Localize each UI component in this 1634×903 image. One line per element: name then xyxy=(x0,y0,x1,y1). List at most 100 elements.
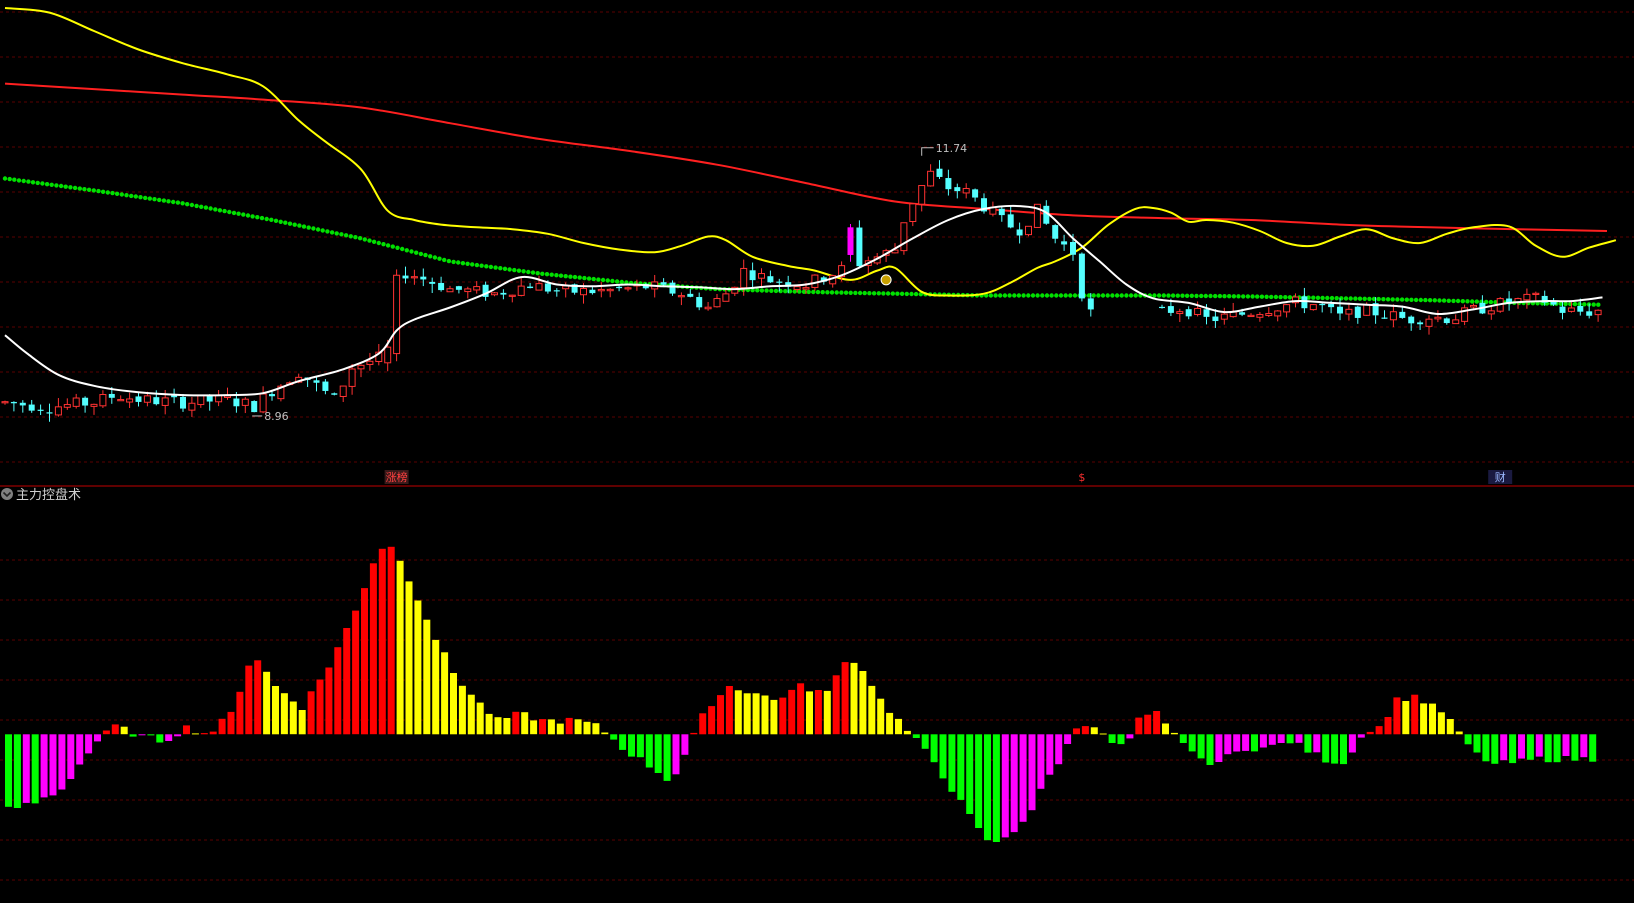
dot-mark xyxy=(278,219,283,224)
dot-mark xyxy=(825,290,830,295)
event-marker[interactable]: $ xyxy=(1078,471,1085,484)
dot-mark xyxy=(442,257,447,263)
indicator-bar xyxy=(1509,734,1517,764)
dot-mark xyxy=(1175,293,1181,298)
indicator-bar xyxy=(1437,712,1445,735)
circle-chevron-down-icon[interactable] xyxy=(1,488,13,500)
indicator-bar xyxy=(1366,731,1374,735)
dot-mark xyxy=(2,176,8,181)
dot-mark xyxy=(21,178,26,184)
indicator-bar xyxy=(1313,734,1321,753)
indicator-bar xyxy=(547,719,555,735)
indicator-bar xyxy=(797,683,805,735)
indicator-bar xyxy=(191,733,199,735)
dot-mark xyxy=(1068,293,1073,298)
dot-mark xyxy=(526,269,531,275)
indicator-bar xyxy=(94,734,101,742)
candle-down xyxy=(1078,252,1085,302)
dot-mark xyxy=(1072,293,1078,298)
dot-mark xyxy=(1054,293,1059,298)
indicator-bar xyxy=(245,665,253,735)
event-marker[interactable]: 涨榜 xyxy=(384,470,409,484)
dot-mark xyxy=(161,198,167,203)
dot-mark xyxy=(1343,296,1349,301)
indicator-bar xyxy=(636,734,644,758)
dot-mark xyxy=(1437,298,1442,303)
price-markers xyxy=(880,274,892,286)
dot-mark xyxy=(998,293,1003,298)
dot-mark xyxy=(568,274,573,279)
indicator-bar xyxy=(779,697,787,735)
indicator-bar xyxy=(441,652,449,735)
indicator-bar xyxy=(1108,734,1116,743)
indicator-bar xyxy=(939,734,947,779)
indicator-bar xyxy=(592,723,600,735)
dot-mark xyxy=(834,290,839,295)
dot-mark xyxy=(465,261,470,266)
indicator-bar xyxy=(708,706,716,735)
dot-mark xyxy=(423,252,428,258)
dot-mark xyxy=(385,243,391,248)
dot-mark xyxy=(203,205,209,210)
dot-mark xyxy=(755,288,760,293)
indicator-bar xyxy=(583,721,591,735)
indicator-bar xyxy=(1117,734,1125,745)
dot-mark xyxy=(353,235,358,240)
dot-mark xyxy=(1278,294,1283,300)
dot-mark xyxy=(498,266,503,271)
dot-mark xyxy=(783,289,788,294)
dot-mark xyxy=(166,199,171,204)
indicator-bar xyxy=(1179,734,1187,743)
dot-mark xyxy=(1376,296,1381,302)
dot-mark xyxy=(871,291,877,296)
indicator-bar xyxy=(1090,727,1098,735)
dot-mark xyxy=(1404,297,1410,302)
dot-mark xyxy=(171,199,176,205)
indicator-bar xyxy=(1019,734,1027,822)
dot-mark xyxy=(110,190,115,196)
indicator-bar xyxy=(1322,734,1330,763)
indicator-bar xyxy=(770,699,778,735)
dot-mark xyxy=(895,291,900,296)
dot-mark xyxy=(1110,293,1115,298)
dot-mark xyxy=(1194,293,1199,299)
dot-mark xyxy=(222,208,227,214)
indicator-bar xyxy=(1010,734,1018,833)
indicator-bar xyxy=(574,719,582,735)
event-marker[interactable]: 财 xyxy=(1488,470,1513,484)
indicator-bar xyxy=(1001,734,1009,838)
dot-mark xyxy=(241,212,246,217)
indicator-bar xyxy=(174,734,182,737)
dot-mark xyxy=(549,272,554,277)
indicator-bar xyxy=(734,690,742,735)
indicator-bar xyxy=(1571,734,1579,761)
indicator-bar xyxy=(147,734,155,736)
indicator-bar xyxy=(280,693,288,735)
indicator-bar xyxy=(1446,719,1454,735)
indicator-bar xyxy=(619,734,627,750)
dot-mark xyxy=(259,215,265,221)
dot-mark xyxy=(227,209,232,215)
dot-mark xyxy=(764,288,769,293)
indicator-bar xyxy=(663,734,671,781)
indicator-bar xyxy=(503,718,511,735)
indicator-bar xyxy=(1331,734,1339,764)
indicator-bar xyxy=(1491,734,1499,764)
dot-mark xyxy=(1283,295,1288,300)
indicator-bar xyxy=(1340,734,1347,765)
candle-down xyxy=(856,220,863,269)
dot-mark xyxy=(446,258,452,264)
dot-mark xyxy=(544,272,550,277)
dot-mark xyxy=(1320,295,1325,301)
dot-mark xyxy=(619,279,624,285)
dot-mark xyxy=(1455,298,1461,304)
indicator-bar xyxy=(975,734,983,828)
dot-mark xyxy=(1465,299,1470,304)
indicator-bar xyxy=(610,734,618,740)
indicator-bar xyxy=(58,734,66,790)
dot-mark xyxy=(194,203,199,209)
indicator-bar xyxy=(183,725,190,735)
dot-mark xyxy=(1409,297,1414,302)
indicator-bar xyxy=(316,679,324,735)
indicator-bar xyxy=(200,733,208,735)
